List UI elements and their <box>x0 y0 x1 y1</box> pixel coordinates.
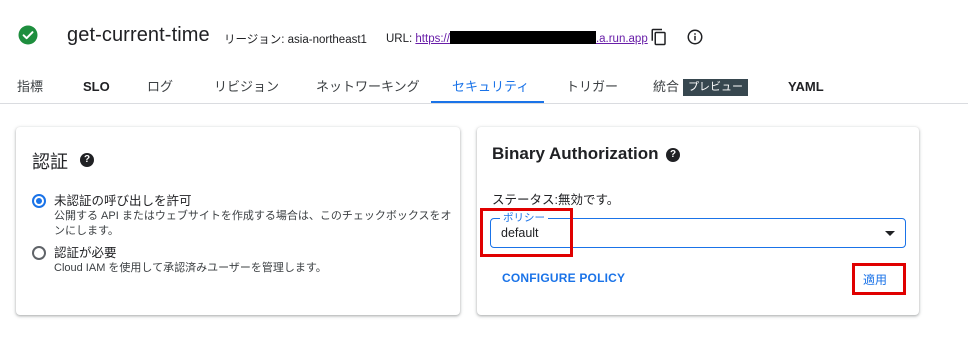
region-text: リージョン: asia-northeast1 <box>224 34 367 46</box>
help-icon[interactable]: ? <box>80 153 94 167</box>
check-circle-icon <box>18 25 38 45</box>
help-icon[interactable]: ? <box>666 148 680 162</box>
tab-security[interactable]: セキュリティ <box>452 70 529 104</box>
service-name: get-current-time <box>67 24 210 46</box>
tab-bar: 指標 SLO ログ リビジョン ネットワーキング セキュリティ トリガー 統合プ… <box>0 70 968 104</box>
annotation-box-policy <box>480 208 573 257</box>
tab-metrics[interactable]: 指標 <box>17 70 43 104</box>
tab-triggers[interactable]: トリガー <box>566 70 618 104</box>
service-url-link[interactable]: https:// .a.run.app <box>415 31 648 45</box>
configure-policy-button[interactable]: CONFIGURE POLICY <box>502 271 625 285</box>
radio-allow-unauthenticated[interactable]: 未認証の呼び出しを許可 公開する API またはウェブサイトを作成する場合は、こ… <box>32 193 454 239</box>
service-header: get-current-time リージョン: asia-northeast1 … <box>0 0 968 70</box>
tab-logs[interactable]: ログ <box>147 70 173 104</box>
radio-description: Cloud IAM を使用して承認済みユーザーを管理します。 <box>54 262 327 274</box>
url-row: URL: https:// .a.run.app <box>386 31 648 45</box>
binary-card-title: Binary Authorization <box>492 144 659 163</box>
radio-description: 公開する API またはウェブサイトを作成する場合は、このチェックボックスをオン… <box>54 210 452 237</box>
url-label: URL: <box>386 33 413 45</box>
tab-integrations-label: 統合 <box>653 79 680 94</box>
radio-label: 認証が必要 <box>54 246 117 260</box>
info-icon[interactable] <box>686 28 704 46</box>
tab-slo[interactable]: SLO <box>83 70 110 104</box>
preview-badge: プレビュー <box>683 79 749 96</box>
tab-integrations[interactable]: 統合 プレビュー <box>653 70 749 104</box>
active-tab-indicator <box>431 101 544 103</box>
annotation-box-apply <box>852 263 906 295</box>
auth-card-title: 認証 <box>32 152 68 172</box>
tab-networking[interactable]: ネットワーキング <box>316 70 420 104</box>
url-redaction <box>449 31 596 44</box>
radio-require-authentication[interactable]: 認証が必要 Cloud IAM を使用して承認済みユーザーを管理します。 <box>32 245 454 276</box>
authentication-card: 認証 ? 未認証の呼び出しを許可 公開する API またはウェブサイトを作成する… <box>16 127 460 315</box>
url-suffix: .a.run.app <box>595 33 648 45</box>
dropdown-arrow-icon <box>885 231 895 236</box>
radio-label: 未認証の呼び出しを許可 <box>54 194 192 208</box>
tab-revisions[interactable]: リビジョン <box>214 70 279 104</box>
tab-yaml[interactable]: YAML <box>788 70 824 104</box>
copy-icon[interactable] <box>650 28 668 46</box>
radio-button-unchecked[interactable] <box>32 246 46 260</box>
url-prefix: https:// <box>415 33 450 45</box>
binary-status-text: ステータス:無効です。 <box>492 193 620 207</box>
radio-button-checked[interactable] <box>32 194 46 208</box>
